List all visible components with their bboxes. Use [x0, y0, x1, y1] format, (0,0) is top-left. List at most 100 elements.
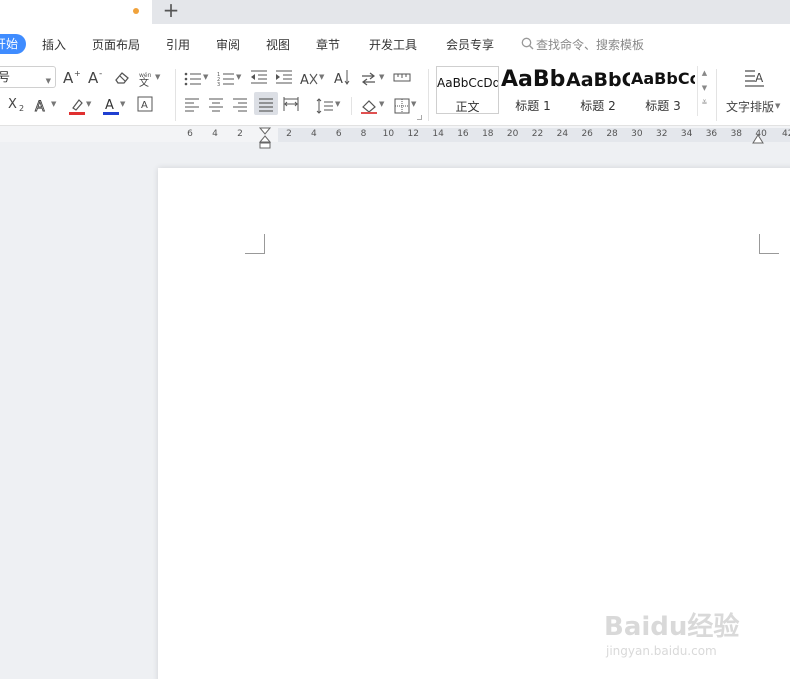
style-heading3[interactable]: AaBbCc 标题 3	[631, 66, 695, 114]
right-indent-marker[interactable]	[752, 130, 764, 149]
menu-tab-section[interactable]: 章节	[316, 36, 340, 53]
wps-writer-window: + 开始插入页面布局引用审阅视图章节开发工具会员专享 查找命令、搜索模板 号▼ …	[0, 0, 790, 679]
ribbon-divider	[428, 69, 429, 121]
line-break-icon[interactable]: ▼	[360, 68, 384, 86]
subscript-button[interactable]: X2	[8, 95, 28, 113]
svg-text:+: +	[74, 69, 81, 78]
highlight-color-button[interactable]: ▼	[69, 95, 91, 115]
svg-text:A: A	[63, 69, 74, 85]
first-line-indent-marker[interactable]	[258, 127, 272, 153]
font-color-button[interactable]: A ▼	[103, 95, 125, 115]
align-center-icon[interactable]	[208, 95, 224, 113]
svg-text:A: A	[141, 100, 148, 111]
tab-ruler-icon[interactable]	[393, 68, 411, 86]
gallery-scrollbar[interactable]: ▲ ▼ ≚	[697, 66, 711, 116]
document-tab-bar: +	[0, 0, 790, 24]
ruler-tick-label: 42	[782, 129, 790, 139]
text-direction-icon[interactable]: A	[334, 68, 350, 86]
phonetic-guide-icon[interactable]: wén 文 ▼	[138, 68, 160, 87]
ruler-tick-label: 18	[482, 129, 494, 139]
decrease-indent-icon[interactable]	[250, 68, 268, 86]
svg-text:A: A	[755, 71, 764, 85]
ruler-tick-label: 20	[506, 129, 519, 139]
menu-tab-insert[interactable]: 插入	[42, 36, 66, 53]
style-heading1[interactable]: AaBb 标题 1	[501, 66, 565, 114]
watermark-brand: Baidu经验	[604, 612, 740, 642]
ruler-tick-label: 10	[382, 129, 395, 139]
ruler-tick-label: 6	[187, 129, 193, 139]
new-tab-button[interactable]: +	[160, 0, 182, 22]
watermark-url: jingyan.baidu.com	[606, 644, 717, 658]
ruler-tick-label: 22	[531, 129, 544, 139]
menu-tab-view[interactable]: 视图	[266, 36, 290, 53]
borders-icon[interactable]: ▼	[394, 95, 416, 113]
ruler-tick-label: 2	[237, 129, 243, 139]
text-layout-icon[interactable]: A	[744, 67, 766, 91]
ruler-tick-label: 8	[360, 129, 367, 139]
increase-indent-icon[interactable]	[275, 68, 293, 86]
ruler-tick-label: 30	[631, 129, 643, 139]
top-left-margin-mark	[245, 234, 265, 254]
menu-tab-devtools[interactable]: 开发工具	[369, 36, 417, 53]
menu-tab-home[interactable]: 开始	[0, 34, 26, 54]
svg-text:2: 2	[19, 104, 24, 112]
increase-font-size-button[interactable]: A +	[63, 68, 81, 86]
align-justify-icon	[259, 98, 273, 111]
style-preview: AaBbC	[566, 69, 630, 91]
menu-tab-references[interactable]: 引用	[166, 36, 190, 53]
top-right-margin-mark	[759, 234, 779, 254]
expand-gallery-icon[interactable]: ≚	[698, 96, 711, 111]
bullet-list-icon[interactable]: ▼	[184, 68, 208, 86]
text-layout-button[interactable]: 文字排版▼	[726, 97, 780, 115]
ribbon-menu-bar: 开始插入 页面布局 引用 审阅 视图 章节 开发工具 会员专享 查找命令、搜索模板	[0, 24, 790, 63]
chevron-down-icon: ▼	[45, 77, 51, 85]
clear-format-eraser-icon[interactable]	[113, 68, 131, 86]
justify-button[interactable]	[254, 92, 278, 115]
character-border-icon[interactable]: A	[137, 95, 153, 113]
font-size-value: 号	[0, 70, 11, 84]
align-right-icon[interactable]	[232, 95, 248, 113]
menu-tab-layout[interactable]: 页面布局	[92, 36, 140, 53]
ruler-tick-label: 12	[407, 129, 419, 139]
svg-text:A: A	[35, 99, 45, 114]
style-label: 标题 1	[515, 99, 551, 113]
svg-text:A: A	[334, 72, 343, 85]
ribbon-divider	[351, 97, 352, 115]
ruler-tick-label: 36	[705, 129, 718, 139]
style-label: 标题 2	[580, 99, 616, 113]
menu-tab-review[interactable]: 审阅	[216, 36, 240, 53]
menu-tab-member[interactable]: 会员专享	[446, 36, 494, 53]
ruler-tick-label: 24	[556, 129, 569, 139]
decrease-font-size-button[interactable]: A-	[88, 68, 106, 86]
search-icon	[521, 37, 534, 53]
paragraph-settings-launcher[interactable]	[417, 115, 422, 120]
style-normal[interactable]: AaBbCcDd 正文	[436, 66, 499, 114]
svg-text:-: -	[99, 69, 102, 79]
font-size-select[interactable]: 号 ▼	[0, 66, 56, 88]
svg-text:X: X	[8, 97, 17, 112]
ruler-tick-label: 2	[286, 129, 292, 139]
shading-icon[interactable]: ▼	[360, 95, 384, 114]
chinese-layout-icon[interactable]: A ▼	[300, 68, 324, 87]
numbered-list-icon[interactable]: 1 2 3 ▼	[217, 68, 241, 87]
style-heading2[interactable]: AaBbC 标题 2	[566, 66, 630, 114]
search-placeholder: 查找命令、搜索模板	[536, 38, 645, 52]
line-spacing-icon[interactable]: ▼	[316, 95, 340, 114]
text-effect-icon[interactable]: A ▼	[34, 95, 57, 114]
svg-text:A: A	[105, 98, 114, 113]
document-tab[interactable]	[0, 0, 152, 24]
style-preview: AaBbCcDd	[437, 76, 499, 90]
ruler-tick-label: 4	[310, 129, 317, 139]
ruler-tick-label: 6	[335, 129, 342, 139]
distributed-align-icon[interactable]	[283, 95, 299, 113]
align-left-icon[interactable]	[184, 95, 200, 113]
svg-text:A: A	[300, 73, 309, 87]
home-ribbon-toolbar: 号 ▼ A + A- wén 文 ▼ X2 A ▼ ▼ A ▼ A ▼ 1 2 …	[0, 63, 790, 126]
ruler-tick-label: 26	[581, 129, 593, 139]
ruler-tick-label: 32	[656, 129, 668, 139]
chevron-up-icon[interactable]: ▲	[698, 66, 711, 81]
text-layout-label: 文字排版	[726, 100, 775, 114]
command-search-input[interactable]: 查找命令、搜索模板	[521, 36, 644, 53]
chevron-down-icon[interactable]: ▼	[698, 81, 711, 96]
svg-text:文: 文	[139, 76, 149, 87]
